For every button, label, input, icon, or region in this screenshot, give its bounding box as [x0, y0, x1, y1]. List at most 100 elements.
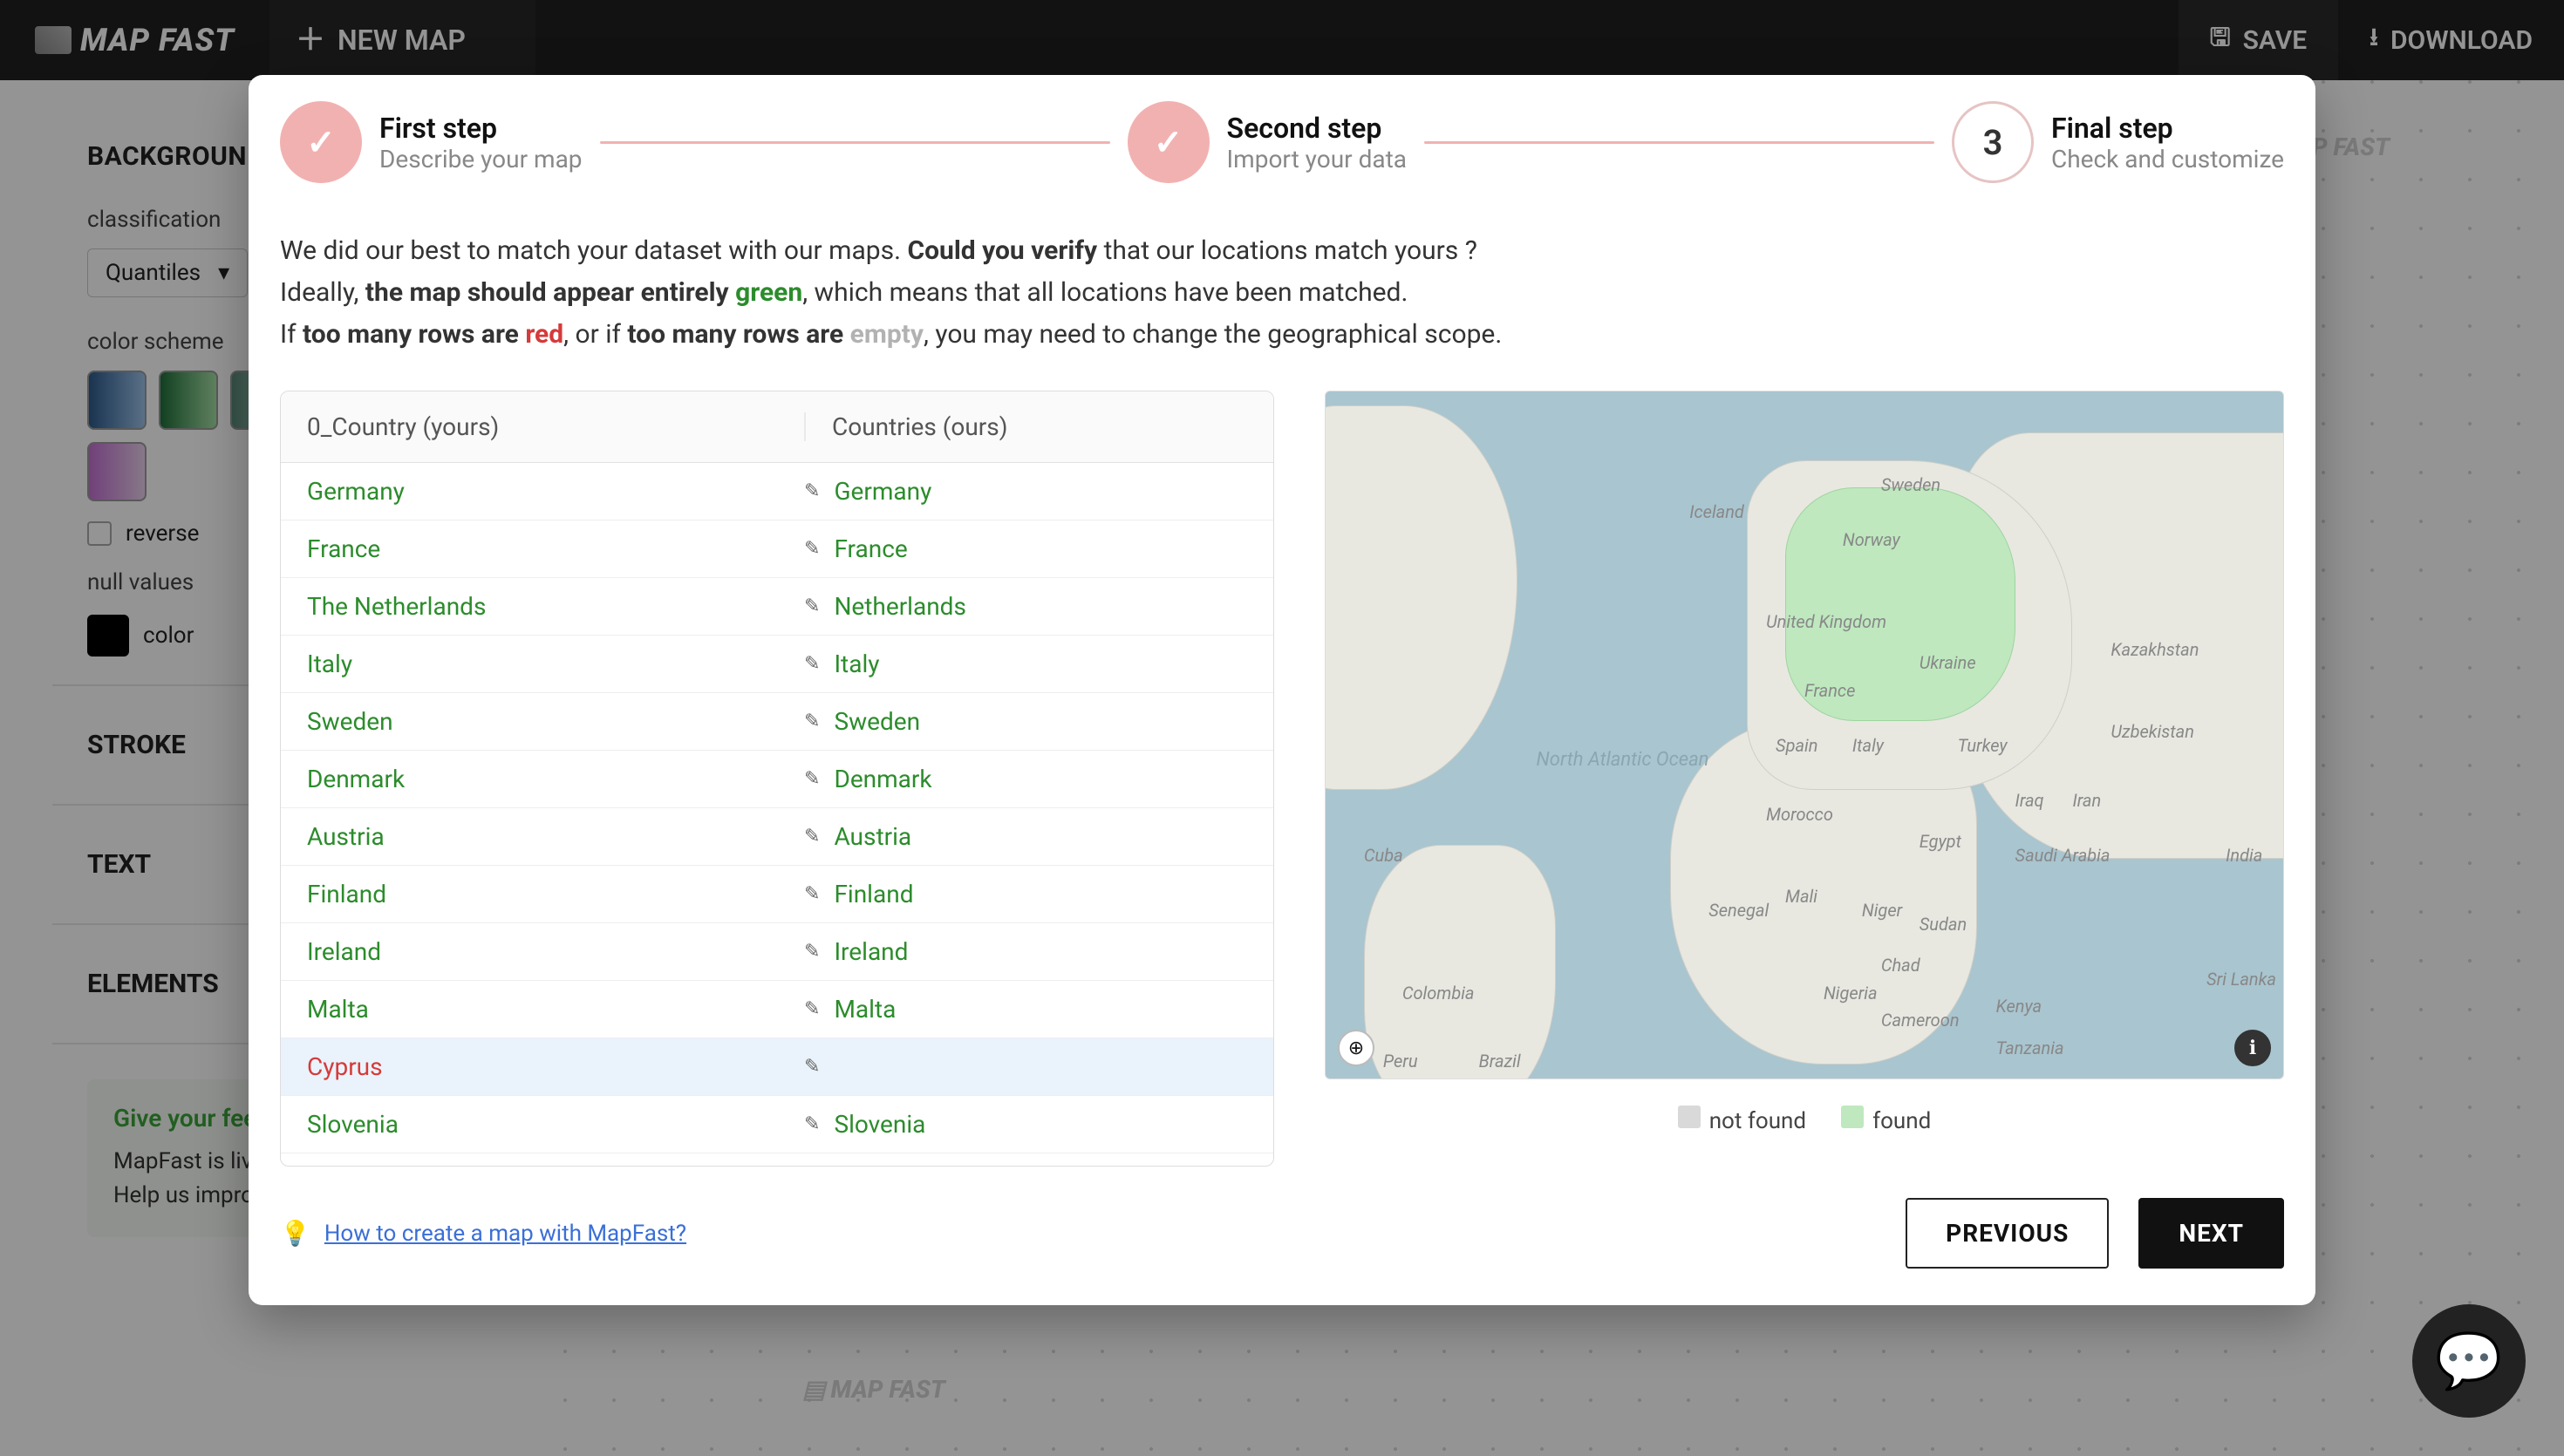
step-1-sub: Describe your map — [379, 145, 583, 173]
map-label: Kenya — [1996, 996, 2042, 1017]
txt: If — [280, 319, 303, 350]
ours-name: Finland — [834, 880, 913, 908]
table-row[interactable]: Austria✎Austria — [281, 808, 1273, 866]
table-row[interactable]: Ireland✎Ireland — [281, 923, 1273, 981]
legend-found-label: found — [1872, 1108, 1931, 1134]
panel-row: 0_Country (yours) Countries (ours) Germa… — [280, 391, 2284, 1167]
table-row[interactable]: The Netherlands✎ Netherlands — [281, 578, 1273, 636]
map-label: Norway — [1843, 529, 1900, 550]
ours-name: Austria — [834, 822, 911, 851]
cell-yours: France — [307, 534, 804, 563]
modal-overlay: First step Describe your map Second step… — [0, 0, 2564, 1456]
cell-ours: ✎ Netherlands — [804, 592, 1247, 621]
step-3-number: 3 — [1952, 101, 2034, 183]
step-3-title: Final step — [2051, 112, 2284, 145]
step-2: Second step Import your data — [1128, 101, 1407, 183]
edit-icon[interactable]: ✎ — [804, 998, 820, 1020]
edit-icon[interactable]: ✎ — [804, 883, 820, 905]
map-label: Tanzania — [1996, 1038, 2064, 1058]
map-label: Nigeria — [1824, 983, 1878, 1004]
previous-button[interactable]: PREVIOUS — [1906, 1198, 2109, 1269]
cell-ours: ✎Malta — [804, 995, 1247, 1024]
map-label: Uzbekistan — [2111, 721, 2194, 742]
edit-icon[interactable]: ✎ — [804, 538, 820, 560]
table-head: 0_Country (yours) Countries (ours) — [281, 391, 1273, 463]
cell-yours: Italy — [307, 650, 804, 678]
edit-icon[interactable]: ✎ — [804, 595, 820, 617]
cell-yours: Cyprus — [307, 1052, 804, 1081]
chat-button[interactable]: 💬 — [2412, 1304, 2526, 1418]
instruction-text: We did our best to match your dataset wi… — [280, 230, 2284, 356]
land — [1364, 845, 1556, 1079]
cell-ours: ✎ Ireland — [804, 937, 1247, 966]
edit-icon[interactable]: ✎ — [804, 1113, 820, 1135]
cell-yours: Malta — [307, 995, 804, 1024]
cell-ours: ✎Sweden — [804, 707, 1247, 736]
locate-button[interactable]: ⊕ — [1338, 1030, 1374, 1066]
map-label: Colombia — [1402, 983, 1475, 1004]
map-preview[interactable]: North Atlantic Ocean Iceland Sweden Norw… — [1325, 391, 2284, 1079]
map-label: Mali — [1785, 886, 1817, 907]
table-row[interactable]: Cyprus✎ — [281, 1038, 1273, 1096]
ours-name: Ireland — [834, 937, 908, 966]
table-row[interactable]: Germany✎Germany — [281, 463, 1273, 520]
cell-ours: ✎Slovenia — [804, 1110, 1247, 1139]
txt-bold: too many rows are — [303, 319, 525, 350]
table-row[interactable]: Slovenia✎Slovenia — [281, 1096, 1273, 1153]
check-icon — [280, 101, 362, 183]
map-label: Senegal — [1708, 900, 1769, 921]
wizard-buttons: PREVIOUS NEXT — [1906, 1198, 2284, 1269]
txt: , you may need to change the geographica… — [924, 319, 1502, 350]
map-label: Sweden — [1881, 474, 1940, 495]
edit-icon[interactable]: ✎ — [804, 1056, 820, 1078]
txt-bold: the map should appear entirely — [365, 277, 735, 308]
cell-yours: The Netherlands — [307, 592, 804, 621]
cell-ours: ✎ Finland — [804, 880, 1247, 908]
txt: , which means that all locations have be… — [802, 277, 1408, 308]
table-row[interactable]: Italy✎Italy — [281, 636, 1273, 693]
edit-icon[interactable]: ✎ — [804, 941, 820, 963]
cell-ours: ✎ Denmark — [804, 765, 1247, 793]
txt-bold: too many rows are — [627, 319, 849, 350]
cell-yours: Sweden — [307, 707, 804, 736]
edit-icon[interactable]: ✎ — [804, 653, 820, 675]
table-row[interactable]: France✎France — [281, 520, 1273, 578]
hint-link[interactable]: How to create a map with MapFast? — [324, 1221, 686, 1247]
map-label: Turkey — [1958, 735, 2008, 756]
cell-yours: Austria — [307, 822, 804, 851]
step-line — [600, 141, 1110, 144]
edit-icon[interactable]: ✎ — [804, 711, 820, 732]
map-info-button[interactable]: ℹ — [2234, 1030, 2271, 1066]
ours-name: Germany — [834, 477, 931, 506]
ours-name: Denmark — [834, 765, 931, 793]
next-button[interactable]: NEXT — [2138, 1198, 2284, 1269]
table-row[interactable]: Finland✎ Finland — [281, 866, 1273, 923]
table-row[interactable]: Sweden✎Sweden — [281, 693, 1273, 751]
table-body[interactable]: Germany✎GermanyFrance✎FranceThe Netherla… — [281, 463, 1273, 1166]
cell-yours: Ireland — [307, 937, 804, 966]
steps: First step Describe your map Second step… — [280, 101, 2284, 190]
wizard-modal: First step Describe your map Second step… — [249, 75, 2315, 1305]
txt: that our locations match yours ? — [1097, 235, 1477, 266]
txt: We did our best to match your dataset wi… — [280, 235, 907, 266]
edit-icon[interactable]: ✎ — [804, 768, 820, 790]
edit-icon[interactable]: ✎ — [804, 480, 820, 502]
map-label: Cameroon — [1881, 1010, 1960, 1031]
map-legend: not found found — [1325, 1106, 2284, 1134]
map-label: Brazil — [1479, 1051, 1521, 1072]
ours-name: Netherlands — [834, 592, 965, 621]
map-label: United Kingdom — [1766, 611, 1886, 632]
txt-bold: Could you verify — [907, 235, 1097, 266]
txt-green: green — [735, 277, 802, 308]
map-label: Iceland — [1689, 501, 1744, 522]
table-row[interactable]: Denmark✎ Denmark — [281, 751, 1273, 808]
cell-yours: Slovenia — [307, 1110, 804, 1139]
map-label: Niger — [1862, 900, 1902, 921]
map-label: Sri Lanka — [2206, 969, 2276, 990]
edit-icon[interactable]: ✎ — [804, 826, 820, 847]
step-1: First step Describe your map — [280, 101, 583, 183]
cell-ours: ✎ Austria — [804, 822, 1247, 851]
map-label: Kazakhstan — [2111, 639, 2199, 660]
table-row[interactable]: Malta✎Malta — [281, 981, 1273, 1038]
step-1-title: First step — [379, 112, 583, 145]
